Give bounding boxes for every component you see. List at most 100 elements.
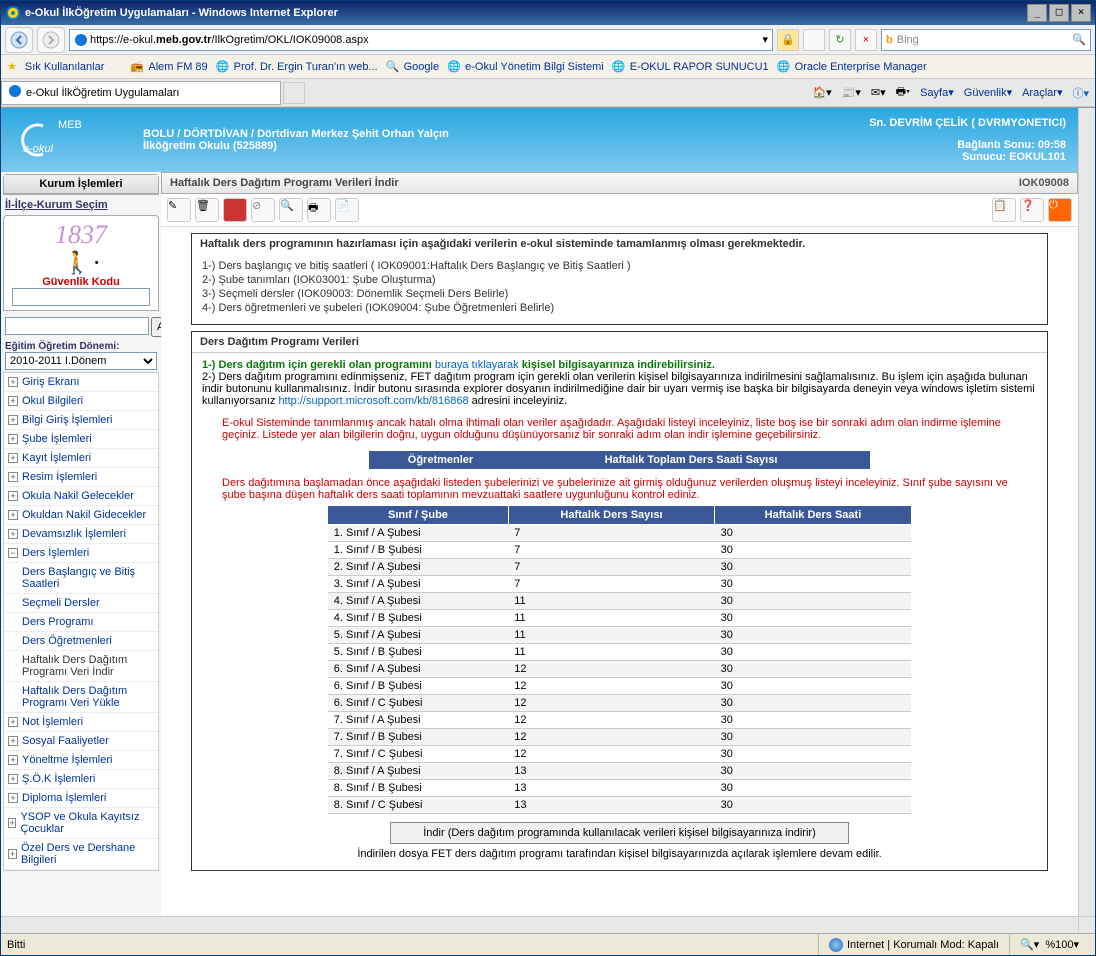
stop-button[interactable]: × — [855, 29, 877, 51]
captcha-input[interactable] — [12, 288, 151, 306]
page-title: Haftalık Ders Dağıtım Programı Verileri … — [170, 177, 399, 189]
export-icon[interactable]: 📄 — [335, 198, 359, 222]
table-row: 1. Sınıf / B Şubesi730 — [328, 542, 912, 559]
prereq-item: 3-) Seçmeli dersler (IOK09003: Dönemlik … — [202, 288, 1037, 300]
term-select[interactable]: 2010-2011 I.Dönem — [5, 352, 157, 370]
fav-link[interactable]: 🌐Oracle Enterprise Manager — [777, 60, 927, 74]
help-icon[interactable]: ⓘ▾ — [1072, 85, 1089, 101]
sidebar-item[interactable]: +Resim İşlemleri — [4, 468, 158, 487]
sidebar-item[interactable]: +Devamsızlık İşlemleri — [4, 525, 158, 544]
power-icon[interactable]: ⏻ — [1048, 198, 1072, 222]
favorites-star-icon[interactable]: ★ — [7, 60, 17, 73]
search-box[interactable]: b Bing 🔍 — [881, 29, 1091, 51]
refresh-button[interactable]: ↻ — [829, 29, 851, 51]
print-icon[interactable]: 🖶 — [307, 198, 331, 222]
school-path: BOLU / DÖRTDİVAN / Dörtdivan Merkez Şehi… — [143, 128, 449, 140]
report-icon[interactable]: 📋 — [992, 198, 1016, 222]
search-input[interactable] — [5, 317, 149, 335]
page-title-bar: Haftalık Ders Dağıtım Programı Verileri … — [161, 172, 1078, 194]
download-link[interactable]: buraya tıklayarak — [435, 359, 519, 371]
sidebar-item[interactable]: +Ş.Ö.K İşlemleri — [4, 770, 158, 789]
google-icon: 🔍 — [386, 60, 400, 74]
sidebar-subitem[interactable]: Ders Başlangıç ve Bitiş Saatleri — [4, 563, 158, 594]
fav-link[interactable]: 📻Alem FM 89 — [130, 60, 207, 74]
sidebar-item[interactable]: +Kayıt İşlemleri — [4, 449, 158, 468]
sidebar-item[interactable]: +Sosyal Faaliyetler — [4, 732, 158, 751]
banner: MEBe-okul BOLU / DÖRTDİVAN / Dörtdivan M… — [1, 108, 1078, 172]
sidebar-item[interactable]: +Şube İşlemleri — [4, 430, 158, 449]
safety-menu[interactable]: Güvenlik▾ — [964, 86, 1012, 99]
zoom-icon[interactable]: 🔍 — [279, 198, 303, 222]
session-time: Bağlantı Sonu: 09:58 — [449, 139, 1066, 151]
sidebar-item[interactable]: +Özel Ders ve Dershane Bilgileri — [4, 839, 158, 870]
ilce-link[interactable]: İl-İlçe-Kurum Seçim — [5, 199, 157, 211]
print-icon[interactable]: 🖶▾ — [896, 83, 910, 102]
dropdown-icon[interactable]: ▾ — [762, 33, 768, 46]
sidebar-subitem[interactable]: Ders Programı — [4, 613, 158, 632]
sidebar-subitem[interactable]: Ders Öğretmenleri — [4, 632, 158, 651]
vertical-scrollbar[interactable] — [1078, 108, 1095, 916]
maximize-button[interactable]: □ — [1049, 4, 1069, 22]
table-row: 5. Sınıf / B Şubesi1130 — [328, 644, 912, 661]
table-row: 6. Sınıf / A Şubesi1230 — [328, 661, 912, 678]
edit-icon[interactable]: ✎ — [167, 198, 191, 222]
sidebar-item[interactable]: +Yöneltme İşlemleri — [4, 751, 158, 770]
fav-link[interactable]: 🌐e-Okul Yönetim Bilgi Sistemi — [447, 60, 604, 74]
help-icon[interactable]: ❓ — [1020, 198, 1044, 222]
compat-icon[interactable] — [803, 29, 825, 51]
table-row: 7. Sınıf / A Şubesi1230 — [328, 712, 912, 729]
zoom-controls[interactable]: 🔍▾ %100 ▾ — [1009, 934, 1089, 955]
sidebar-item[interactable]: +Giriş Ekranı — [4, 373, 158, 392]
home-icon[interactable]: 🏠▾ — [812, 86, 831, 99]
table-row: 7. Sınıf / C Şubesi1230 — [328, 746, 912, 763]
page-viewport: MEBe-okul BOLU / DÖRTDİVAN / Dörtdivan M… — [1, 108, 1078, 916]
feeds-icon[interactable]: 📰▾ — [842, 86, 861, 99]
eraser-icon[interactable] — [223, 198, 247, 222]
cancel-icon[interactable]: ⊘ — [251, 198, 275, 222]
sidebar-subitem-active[interactable]: Haftalık Ders Dağıtım Programı Veri İndi… — [4, 651, 158, 682]
globe-icon — [829, 938, 843, 952]
sidebar-subitem[interactable]: Haftalık Ders Dağıtım Programı Veri Yükl… — [4, 682, 158, 713]
table-row: 7. Sınıf / B Şubesi1230 — [328, 729, 912, 746]
back-button[interactable] — [5, 27, 33, 53]
kb-link[interactable]: http://support.microsoft.com/kb/816868 — [278, 395, 468, 407]
fav-link[interactable]: 🔍Google — [386, 60, 439, 74]
sidebar-item[interactable]: +YSOP ve Okula Kayıtsız Çocuklar — [4, 808, 158, 839]
forward-button[interactable] — [37, 27, 65, 53]
prereq-item: 2-) Şube tanımları (IOK03001: Şube Oluşt… — [202, 274, 1037, 286]
tools-menu[interactable]: Araçlar▾ — [1022, 86, 1062, 99]
search-icon[interactable]: 🔍 — [1072, 33, 1086, 46]
address-bar[interactable]: https://e-okul.meb.gov.tr/IlkOgretim/OKL… — [69, 29, 773, 51]
command-bar: 🏠▾ 📰▾ ✉▾ 🖶▾ Sayfa▾ Güvenlik▾ Araçlar▾ ⓘ▾ — [305, 83, 1095, 102]
sidebar-item-expanded[interactable]: −Ders İşlemleri — [4, 544, 158, 563]
sidebar-item[interactable]: +Okuldan Nakil Gidecekler — [4, 506, 158, 525]
titlebar: e-Okul İlkÖğretim Uygulamaları - Windows… — [1, 1, 1095, 25]
school-name: İlköğretim Okulu (525889) — [143, 140, 449, 152]
sidebar-item[interactable]: +Not İşlemleri — [4, 713, 158, 732]
sidebar-item[interactable]: +Diploma İşlemleri — [4, 789, 158, 808]
pedestrian-icon: 🚶 — [63, 250, 90, 276]
close-button[interactable]: × — [1071, 4, 1091, 22]
delete-icon[interactable]: 🗑 — [195, 198, 219, 222]
fav-link[interactable]: 🌐Prof. Dr. Ergin Turan'ın web... — [216, 60, 378, 74]
page-menu[interactable]: Sayfa▾ — [920, 86, 954, 99]
sidebar-item[interactable]: +Okula Nakil Gelecekler — [4, 487, 158, 506]
sidebar: Kurum İşlemleri İl-İlçe-Kurum Seçim 1837… — [1, 172, 161, 916]
server-name: Sunucu: EOKUL101 — [449, 151, 1066, 163]
minimize-button[interactable]: _ — [1027, 4, 1047, 22]
new-tab-button[interactable] — [283, 82, 305, 104]
sidebar-item[interactable]: +Bilgi Giriş İşlemleri — [4, 411, 158, 430]
download-button[interactable]: İndir (Ders dağıtım programında kullanıl… — [390, 822, 849, 844]
table-row: 6. Sınıf / C Şubesi1230 — [328, 695, 912, 712]
table-row: 8. Sınıf / A Şubesi1330 — [328, 763, 912, 780]
classes-table: Sınıf / Şube Haftalık Ders Sayısı Haftal… — [327, 505, 912, 814]
fav-link[interactable]: 🌐E-OKUL RAPOR SUNUCU1 — [612, 60, 769, 74]
mail-icon[interactable]: ✉▾ — [871, 86, 886, 99]
browser-tab[interactable]: e-Okul İlkÖğretim Uygulamaları — [1, 81, 281, 105]
sidebar-item[interactable]: +Okul Bilgileri — [4, 392, 158, 411]
favorites-bar: ★ Sık Kullanılanlar 📻Alem FM 89 🌐Prof. D… — [1, 55, 1095, 79]
ssl-lock-icon[interactable]: 🔒 — [777, 29, 799, 51]
sidebar-subitem[interactable]: Seçmeli Dersler — [4, 594, 158, 613]
favorites-label: Sık Kullanılanlar — [25, 61, 105, 73]
ie-icon: 🌐 — [612, 60, 626, 74]
